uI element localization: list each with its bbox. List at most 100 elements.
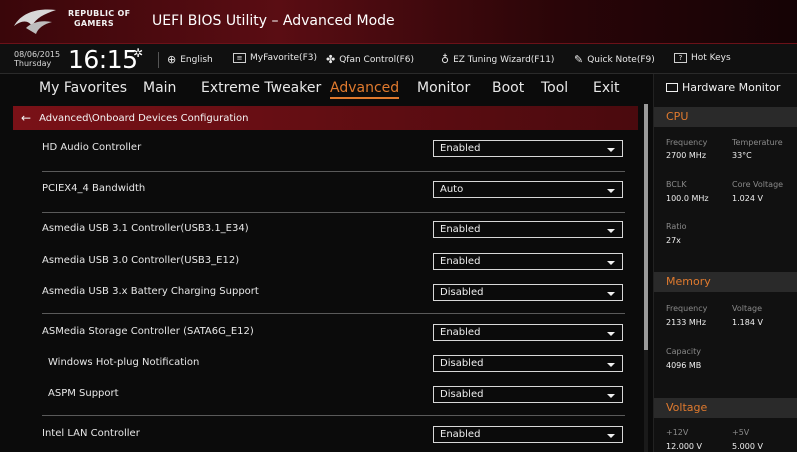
setting-row-battery-charging[interactable]: Asmedia USB 3.x Battery Charging Support… [30,277,630,307]
section-divider [42,171,625,172]
cpu-frequency-label: Frequency [666,138,708,147]
setting-label: Intel LAN Controller [42,428,140,439]
setting-row-usb30-controller[interactable]: Asmedia USB 3.0 Controller(USB3_E12) Ena… [30,246,630,276]
voltage-section-header: Voltage [654,398,797,418]
tab-boot[interactable]: Boot [492,80,524,96]
setting-dropdown[interactable]: Disabled [433,284,623,301]
setting-label: ASPM Support [48,388,119,399]
dropdown-value: Enabled [440,429,481,440]
dropdown-value: Auto [440,184,464,195]
chevron-down-icon [607,229,615,233]
date-text: 08/06/2015 [14,50,61,59]
setting-dropdown[interactable]: Enabled [433,140,623,157]
section-divider [42,313,625,314]
brand-line2: GAMERS [74,19,114,28]
capacity-label: Capacity [666,347,701,356]
quick-note-button[interactable]: ✎ Quick Note(F9) [574,53,655,66]
language-button[interactable]: ⊕ English [167,53,213,66]
setting-row-aspm-support[interactable]: ASPM Support Disabled [30,379,630,409]
setting-label: Asmedia USB 3.x Battery Charging Support [42,286,259,297]
chevron-down-icon [607,261,615,265]
setting-dropdown[interactable]: Enabled [433,253,623,270]
dropdown-value: Disabled [440,287,484,298]
chevron-down-icon [607,363,615,367]
setting-row-hotplug-notification[interactable]: Windows Hot-plug Notification Disabled [30,348,630,378]
setting-dropdown[interactable]: Enabled [433,324,623,341]
setting-label: Windows Hot-plug Notification [48,357,200,368]
capacity-value: 4096 MB [666,361,702,370]
quick-note-label: Quick Note(F9) [587,54,655,65]
day-text: Thursday [14,59,52,68]
hot-keys-label: Hot Keys [691,53,731,63]
chevron-down-icon [607,292,615,296]
core-voltage-label: Core Voltage [732,180,784,189]
brand-line1: REPUBLIC OF [68,9,131,18]
tab-advanced[interactable]: Advanced [330,80,400,99]
toolbar-divider [158,52,159,68]
setting-label: ASMedia Storage Controller (SATA6G_E12) [42,326,254,337]
memory-frequency-value: 2133 MHz [666,318,707,327]
ez-tuning-label: EZ Tuning Wizard(F11) [453,54,555,65]
hardware-monitor-panel: Hardware Monitor CPU Frequency Temperatu… [653,74,797,452]
dropdown-value: Disabled [440,358,484,369]
app-title: UEFI BIOS Utility – Advanced Mode [152,13,395,29]
setting-row-hd-audio[interactable]: HD Audio Controller Enabled [30,133,630,163]
cpu-header: CPU [666,110,689,123]
tab-exit[interactable]: Exit [593,80,620,96]
help-icon: ? [674,53,687,63]
setting-row-intel-lan[interactable]: Intel LAN Controller Enabled [30,419,630,449]
dropdown-value: Enabled [440,256,481,267]
fan-icon: ✤ [326,53,336,66]
setting-label: PCIEX4_4 Bandwidth [42,183,146,194]
v12-label: +12V [666,428,689,437]
memory-voltage-value: 1.184 V [732,318,763,327]
brand-text: REPUBLIC OF GAMERS [68,9,130,29]
bclk-label: BCLK [666,180,687,189]
breadcrumb[interactable]: ← Advanced\Onboard Devices Configuration [13,106,638,130]
section-divider [42,415,625,416]
setting-dropdown[interactable]: Enabled [433,426,623,443]
cpu-section-header: CPU [654,107,797,127]
v5-value: 5.000 V [732,442,763,451]
setting-dropdown[interactable]: Disabled [433,355,623,372]
back-arrow-icon[interactable]: ← [21,111,31,125]
favorite-list-icon: ≡ [233,53,246,63]
chevron-down-icon [607,434,615,438]
v12-value: 12.000 V [666,442,703,451]
cpu-temperature-value: 33°C [732,151,752,160]
scrollbar-thumb[interactable] [644,104,648,350]
hardware-monitor-label: Hardware Monitor [682,81,781,94]
qfan-control-button[interactable]: ✤ Qfan Control(F6) [326,53,414,66]
chevron-down-icon [607,189,615,193]
clock: 16:15 [68,45,138,74]
tab-my-favorites[interactable]: My Favorites [39,80,127,96]
setting-dropdown[interactable]: Disabled [433,386,623,403]
hot-keys-button[interactable]: ? Hot Keys [674,53,731,63]
setting-dropdown[interactable]: Enabled [433,221,623,238]
setting-row-pciex4-bandwidth[interactable]: PCIEX4_4 Bandwidth Auto [30,174,630,204]
chevron-down-icon [607,148,615,152]
myfavorite-button[interactable]: ≡ MyFavorite(F3) [233,53,317,63]
qfan-label: Qfan Control(F6) [339,54,415,65]
setting-row-storage-controller[interactable]: ASMedia Storage Controller (SATA6G_E12) … [30,317,630,347]
section-divider [42,212,625,213]
cpu-temperature-label: Temperature [732,138,783,147]
ratio-value: 27x [666,236,681,245]
lightbulb-icon: ♁ [441,53,450,66]
voltage-header: Voltage [666,401,708,414]
setting-row-usb31-controller[interactable]: Asmedia USB 3.1 Controller(USB3.1_E34) E… [30,214,630,244]
setting-label: Asmedia USB 3.1 Controller(USB3.1_E34) [42,223,249,234]
tab-monitor[interactable]: Monitor [417,80,470,96]
gear-icon[interactable]: ✲ [133,46,143,60]
bclk-value: 100.0 MHz [666,194,709,203]
memory-header: Memory [666,275,711,288]
tab-tool[interactable]: Tool [541,80,568,96]
memory-section-header: Memory [654,272,797,292]
ez-tuning-wizard-button[interactable]: ♁ EZ Tuning Wizard(F11) [441,53,554,66]
tab-main[interactable]: Main [143,80,176,96]
setting-dropdown[interactable]: Auto [433,181,623,198]
toolbar: 08/06/2015 Thursday 16:15 ✲ ⊕ English ≡ … [0,44,797,74]
main-menu: My Favorites Main Extreme Tweaker Advanc… [0,74,650,104]
breadcrumb-path: Advanced\Onboard Devices Configuration [39,112,249,124]
tab-extreme-tweaker[interactable]: Extreme Tweaker [201,80,321,96]
